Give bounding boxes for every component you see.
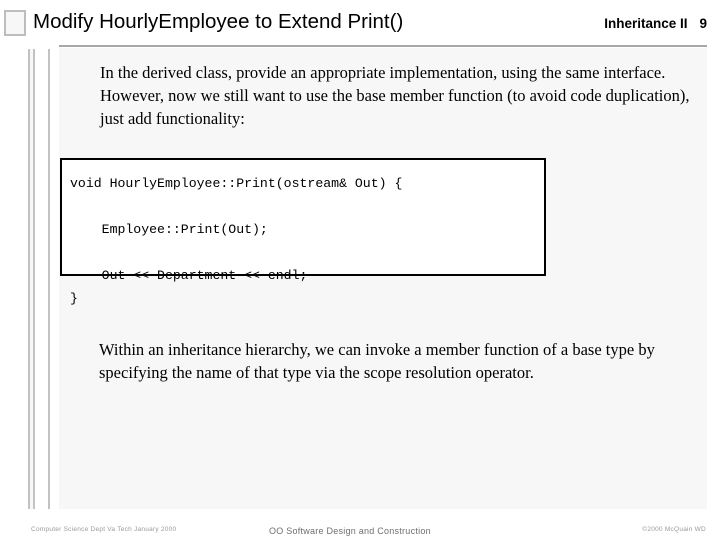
footer-right-text: ©2000 McQuain WD: [642, 526, 706, 533]
decorative-left-bar-outer: [28, 49, 35, 509]
slide-header: Modify HourlyEmployee to Extend Print() …: [0, 8, 720, 44]
slide-canvas: Modify HourlyEmployee to Extend Print() …: [0, 0, 720, 540]
header-divider: [59, 45, 707, 47]
code-block: void HourlyEmployee::Print(ostream& Out)…: [60, 158, 546, 306]
code-listing: void HourlyEmployee::Print(ostream& Out)…: [70, 176, 403, 306]
footer-center-text: OO Software Design and Construction: [269, 526, 431, 536]
page-number: 9: [699, 16, 707, 31]
page-title: Modify HourlyEmployee to Extend Print(): [33, 10, 404, 33]
footer-left-text: Computer Science Dept Va Tech January 20…: [31, 526, 177, 533]
content-panel: In the derived class, provide an appropr…: [59, 48, 707, 509]
header-meta: Inheritance II 9: [604, 16, 707, 31]
decorative-left-bar-inner: [48, 49, 50, 509]
chapter-label: Inheritance II: [604, 16, 688, 31]
summary-paragraph: Within an inheritance hierarchy, we can …: [99, 340, 655, 382]
intro-paragraph: In the derived class, provide an appropr…: [100, 63, 690, 128]
